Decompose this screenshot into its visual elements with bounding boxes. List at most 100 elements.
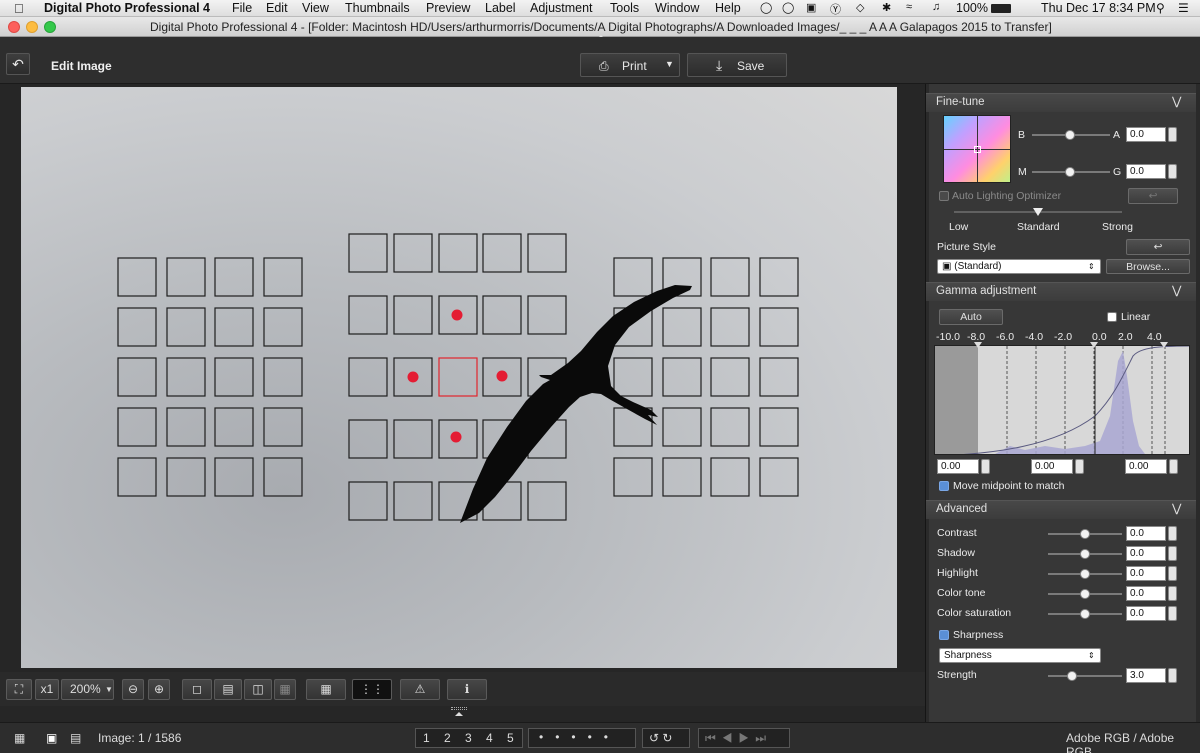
strength-value-input[interactable]: 3.0 <box>1126 668 1166 683</box>
gamma-white-stepper[interactable] <box>1169 459 1178 474</box>
chevron-down-icon[interactable]: ▼ <box>665 59 674 69</box>
close-window-button[interactable] <box>8 21 20 33</box>
menu-file[interactable]: File <box>232 1 252 15</box>
linear-checkbox[interactable] <box>1107 312 1117 322</box>
collapse-chevron-icon[interactable]: ⋁ <box>1172 94 1181 111</box>
bluetooth-icon[interactable]: ✱ <box>882 1 891 14</box>
split-view-button[interactable]: ◫ <box>244 679 272 700</box>
ba-value-input[interactable]: 0.0 <box>1126 127 1166 142</box>
advanced-stepper[interactable] <box>1168 526 1177 541</box>
strength-stepper[interactable] <box>1168 668 1177 683</box>
navigation-group[interactable]: ⏮◀▶⏭ <box>698 728 790 748</box>
gamma-black-input[interactable]: 0.00 <box>937 459 979 474</box>
zoom-out-button[interactable]: ⊖ <box>122 679 144 700</box>
info-button[interactable]: ℹ <box>447 679 487 700</box>
clock[interactable]: Thu Dec 17 8:34 PM <box>1041 1 1156 15</box>
orientation-button[interactable]: ◻ <box>182 679 212 700</box>
menu-window[interactable]: Window <box>655 1 699 15</box>
fit-window-button[interactable]: ⛶ <box>6 679 32 700</box>
zoom-x1-button[interactable]: x1 <box>35 679 59 700</box>
color-balance-wheel[interactable] <box>943 115 1011 183</box>
collapse-filmstrip-icon[interactable] <box>455 712 463 716</box>
rotate-group[interactable]: ↺ ↻ <box>642 728 690 748</box>
notification-center-icon[interactable]: ☰ <box>1178 1 1189 15</box>
battery-percent[interactable]: 100% <box>956 1 988 15</box>
battery-icon[interactable] <box>991 4 1011 13</box>
panel-splitter[interactable] <box>926 84 929 722</box>
thumbnail-view-icon[interactable]: ▦ <box>14 731 25 745</box>
highlight-warning-button[interactable]: ⚠ <box>400 679 440 700</box>
zoom-window-button[interactable] <box>44 21 56 33</box>
photo-preview[interactable] <box>21 87 897 668</box>
menu-label[interactable]: Label <box>485 1 516 15</box>
app-name-menu[interactable]: Digital Photo Professional 4 <box>44 1 210 15</box>
rating-3-button[interactable]: 3 <box>465 731 472 745</box>
browse-button[interactable]: Browse... <box>1106 259 1190 274</box>
collapse-chevron-icon[interactable]: ⋁ <box>1172 283 1181 300</box>
picture-style-select[interactable]: ▣ (Standard) ⇕ <box>937 259 1101 274</box>
dropbox-icon[interactable]: ◇ <box>856 1 864 14</box>
volume-icon[interactable]: ♫ <box>932 1 940 13</box>
color-balance-marker[interactable] <box>974 146 981 153</box>
sharpness-checkbox[interactable] <box>939 630 949 640</box>
advanced-slider-handle[interactable] <box>1080 609 1090 619</box>
advanced-slider-handle[interactable] <box>1080 549 1090 559</box>
menu-help[interactable]: Help <box>715 1 741 15</box>
menu-preview[interactable]: Preview <box>426 1 470 15</box>
grid-overlay-button[interactable]: ▦ <box>306 679 346 700</box>
menu-thumbnails[interactable]: Thumbnails <box>345 1 410 15</box>
sharpness-mode-select[interactable]: Sharpness ⇕ <box>939 648 1101 663</box>
rating-5-button[interactable]: 5 <box>507 731 514 745</box>
vpn-icon[interactable]: ◯ <box>782 1 794 14</box>
advanced-stepper[interactable] <box>1168 606 1177 621</box>
list-view-icon[interactable]: ▤ <box>70 731 81 745</box>
rating-2-button[interactable]: 2 <box>444 731 451 745</box>
alo-checkbox[interactable] <box>939 191 949 201</box>
wifi-icon[interactable]: ≈ <box>906 1 912 13</box>
menu-view[interactable]: View <box>302 1 329 15</box>
script-icon[interactable]: Ⓨ <box>830 1 841 17</box>
gamma-mid-handle[interactable] <box>1090 342 1098 348</box>
back-arrow-button[interactable]: ↶ <box>6 53 30 75</box>
gamma-mid-input[interactable]: 0.00 <box>1031 459 1073 474</box>
advanced-value-input[interactable]: 0.0 <box>1126 586 1166 601</box>
rating-1-button[interactable]: 1 <box>423 731 430 745</box>
sync-icon[interactable]: ◯ <box>760 1 772 14</box>
strength-slider-handle[interactable] <box>1067 671 1077 681</box>
advanced-stepper[interactable] <box>1168 546 1177 561</box>
advanced-stepper[interactable] <box>1168 586 1177 601</box>
minimize-window-button[interactable] <box>26 21 38 33</box>
apple-icon[interactable]:  <box>14 1 24 16</box>
advanced-slider-handle[interactable] <box>1080 569 1090 579</box>
advanced-value-input[interactable]: 0.0 <box>1126 546 1166 561</box>
spotlight-icon[interactable]: ⚲ <box>1156 1 1165 15</box>
alo-slider-handle[interactable] <box>1033 208 1043 216</box>
gamma-header[interactable]: Gamma adjustment ⋁ <box>926 282 1196 301</box>
gamma-mid-stepper[interactable] <box>1075 459 1084 474</box>
sync-view-button[interactable]: ▦ <box>274 679 296 700</box>
mg-stepper[interactable] <box>1168 164 1177 179</box>
advanced-value-input[interactable]: 0.0 <box>1126 526 1166 541</box>
panel-scrollbar[interactable] <box>1196 84 1200 722</box>
zoom-select[interactable]: 200% ▼ <box>61 679 114 700</box>
gamma-black-stepper[interactable] <box>981 459 990 474</box>
rotate-left-icon[interactable]: ↺ <box>649 731 659 745</box>
gamma-graph[interactable] <box>934 345 1190 455</box>
gamma-auto-button[interactable]: Auto <box>939 309 1003 325</box>
mg-slider-handle[interactable] <box>1065 167 1075 177</box>
advanced-value-input[interactable]: 0.0 <box>1126 566 1166 581</box>
single-view-icon[interactable]: ▣ <box>46 731 57 745</box>
fine-tune-header[interactable]: Fine-tune ⋁ <box>926 93 1196 112</box>
collapse-chevron-icon[interactable]: ⋁ <box>1172 501 1181 518</box>
af-point-toggle-button[interactable]: ⋮⋮ <box>352 679 392 700</box>
ba-stepper[interactable] <box>1168 127 1177 142</box>
zoom-in-button[interactable]: ⊕ <box>148 679 170 700</box>
alo-reset-button[interactable]: ↩ <box>1128 188 1178 204</box>
ba-slider-handle[interactable] <box>1065 130 1075 140</box>
midpoint-checkbox[interactable] <box>939 481 949 491</box>
advanced-slider-handle[interactable] <box>1080 529 1090 539</box>
gamma-white-input[interactable]: 0.00 <box>1125 459 1167 474</box>
gamma-white-handle[interactable] <box>1160 342 1168 348</box>
check-mark-group[interactable]: ••••• <box>528 728 636 748</box>
advanced-header[interactable]: Advanced ⋁ <box>926 500 1196 519</box>
